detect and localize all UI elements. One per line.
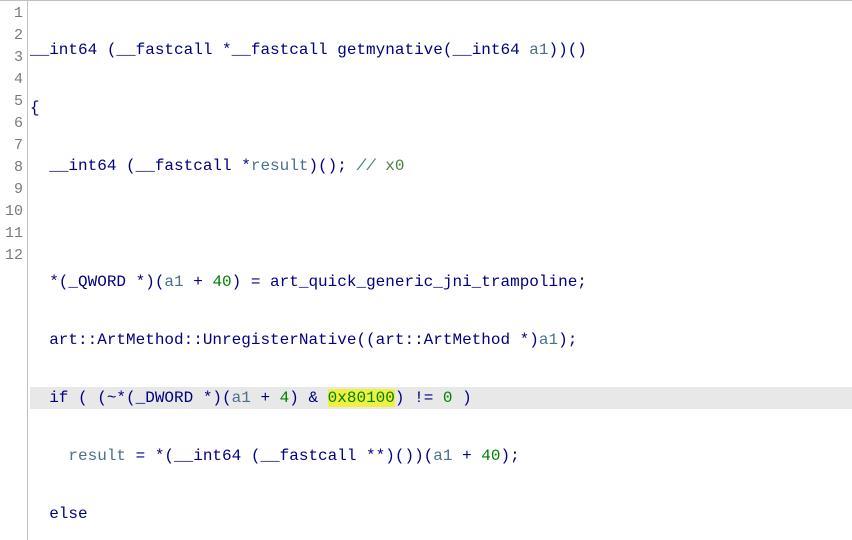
line-number[interactable]: 8: [0, 157, 27, 179]
token-keyword: (__fastcall *__fastcall: [107, 41, 337, 59]
token-number: 40: [212, 273, 231, 291]
token-variable: a1: [433, 447, 452, 465]
code-line[interactable]: [30, 213, 852, 235]
token-function: art_quick_generic_jni_trampoline: [270, 273, 577, 291]
token-type: __int64: [30, 41, 107, 59]
token-comment: //: [356, 157, 385, 175]
line-number[interactable]: 4: [0, 69, 27, 91]
token-keyword: *(_QWORD *)(: [30, 273, 164, 291]
token-paren: ))(): [549, 41, 587, 59]
line-number[interactable]: 3: [0, 47, 27, 69]
code-line[interactable]: art::ArtMethod::UnregisterNative((art::A…: [30, 329, 852, 351]
token-op: +: [251, 389, 280, 407]
token-number-highlighted: 0x80100: [328, 389, 395, 407]
line-number[interactable]: 2: [0, 25, 27, 47]
line-number[interactable]: 11: [0, 223, 27, 245]
code-line[interactable]: {: [30, 97, 852, 119]
line-number[interactable]: 10: [0, 201, 27, 223]
code-line[interactable]: __int64 (__fastcall *result)(); // x0: [30, 155, 852, 177]
line-number[interactable]: 6: [0, 113, 27, 135]
token-paren: )();: [308, 157, 356, 175]
token-variable: a1: [232, 389, 251, 407]
token-op: ) &: [289, 389, 327, 407]
token-paren: ): [453, 389, 472, 407]
token-variable: a1: [529, 41, 548, 59]
token-op: ) =: [232, 273, 270, 291]
token-op: +: [184, 273, 213, 291]
token-op: +: [452, 447, 481, 465]
line-number-gutter: 1 2 3 4 5 6 7 8 9 10 11 12: [0, 1, 28, 540]
token-variable: a1: [539, 331, 558, 349]
line-number[interactable]: 9: [0, 179, 27, 201]
token-function: art::ArtMethod::UnregisterNative: [49, 331, 356, 349]
token-keyword: = *(__int64 (__fastcall **)())(: [126, 447, 433, 465]
token-register: x0: [385, 157, 404, 175]
token-function: getmynative: [337, 41, 443, 59]
token-semi: );: [500, 447, 519, 465]
token-type: __int64: [452, 41, 529, 59]
token-number: 40: [481, 447, 500, 465]
token-number: 4: [280, 389, 290, 407]
token-keyword: __int64 (__fastcall *: [30, 157, 251, 175]
token-keyword: ((art::ArtMethod *): [356, 331, 538, 349]
token-semi: ;: [577, 273, 587, 291]
code-line[interactable]: else: [30, 503, 852, 525]
code-line[interactable]: result = *(__int64 (__fastcall **)())(a1…: [30, 445, 852, 467]
token-variable: a1: [164, 273, 183, 291]
token-indent: [30, 331, 49, 349]
token-semi: );: [558, 331, 577, 349]
token-variable: result: [68, 447, 126, 465]
token-number: 0: [443, 389, 453, 407]
line-number[interactable]: 7: [0, 135, 27, 157]
code-line[interactable]: __int64 (__fastcall *__fastcall getmynat…: [30, 39, 852, 61]
line-number[interactable]: 12: [0, 245, 27, 267]
token-keyword: if ( (~*(_DWORD *)(: [30, 389, 232, 407]
token-brace: {: [30, 99, 40, 117]
token-keyword: else: [30, 505, 88, 523]
line-number[interactable]: 5: [0, 91, 27, 113]
token-op: ) !=: [395, 389, 443, 407]
code-editor: 1 2 3 4 5 6 7 8 9 10 11 12 __int64 (__fa…: [0, 0, 852, 540]
code-area[interactable]: __int64 (__fastcall *__fastcall getmynat…: [28, 1, 852, 540]
code-line[interactable]: *(_QWORD *)(a1 + 40) = art_quick_generic…: [30, 271, 852, 293]
token-variable: result: [251, 157, 309, 175]
token-indent: [30, 447, 68, 465]
code-line-current[interactable]: if ( (~*(_DWORD *)(a1 + 4) & 0x80100) !=…: [30, 387, 852, 409]
line-number[interactable]: 1: [0, 3, 27, 25]
